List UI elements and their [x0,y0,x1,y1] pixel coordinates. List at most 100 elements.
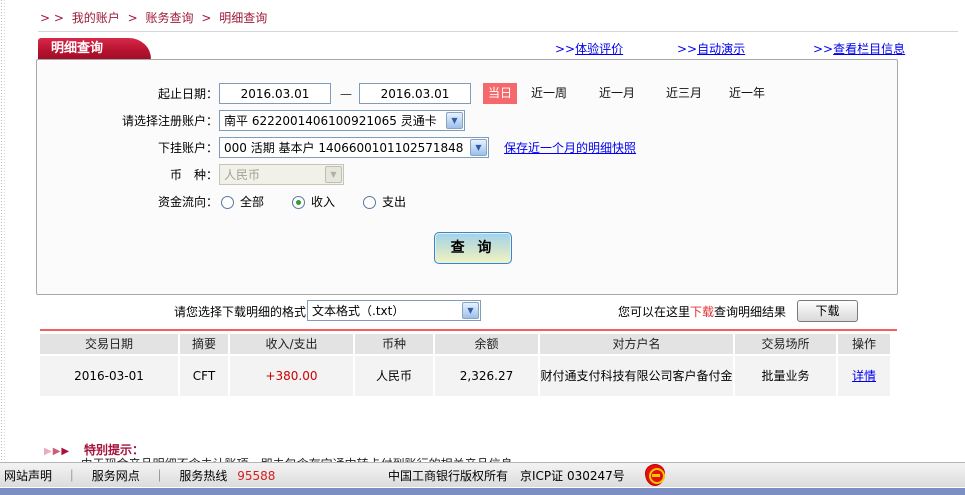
table-top-rule [40,329,897,331]
sub-account-label: 下挂账户： [37,137,218,159]
currency-row: 币 种： 人民币 ▼ [37,164,897,186]
results-table: 交易日期 摘要 收入/支出 币种 余额 对方户名 交易场所 操作 2016-03… [40,334,890,396]
footer-bottom-bar [0,488,965,495]
radio-all[interactable]: 全部 [221,191,264,213]
cell-currency: 人民币 [355,356,433,396]
col-header-date: 交易日期 [40,334,178,354]
download-format-select[interactable]: 文本格式（.txt） ▼ [307,300,481,321]
radio-all-label: 全部 [240,191,264,213]
link-arrow-prefix: >> [677,42,697,56]
footer-copyright: 中国工商银行版权所有 京ICP证 030247号 [388,467,625,484]
radio-expense[interactable]: 支出 [363,191,406,213]
notice-arrow-icon: ▶ [44,446,52,457]
chevron-down-icon[interactable]: ▼ [462,302,479,319]
quick-range-year-button[interactable]: 近一年 [729,83,765,104]
radio-expense-label: 支出 [382,191,406,213]
quick-range-quarter-button[interactable]: 近三月 [666,83,702,104]
page-title-tab: 明细查询 [38,38,151,59]
date-range-label: 起止日期： [37,83,218,105]
download-format-label: 请您选择下载明细的格式 [100,301,306,323]
col-header-amount: 收入/支出 [230,334,353,354]
notice-arrow-icon: ▶ [53,446,61,457]
footer-bar: 网站声明 ｜ 服务网点 ｜ 服务热线 95588 中国工商银行版权所有 京ICP… [0,462,965,487]
download-hint-suffix: 查询明细结果 [714,305,786,319]
detail-link[interactable]: 详情 [852,368,876,384]
link-arrow-prefix: >> [555,42,575,56]
registered-account-label: 请选择注册账户： [37,110,218,132]
quick-range-today-button[interactable]: 当日 [483,83,517,104]
download-hint: 您可以在这里下载查询明细结果 [618,301,786,323]
download-hint-prefix: 您可以在这里 [618,305,690,319]
currency-value: 人民币 [220,164,324,186]
cell-venue: 批量业务 [735,356,836,396]
cell-counterparty: 财付通支付科技有限公司客户备付金 [540,356,733,396]
date-from-input[interactable] [219,83,331,104]
chevron-down-icon[interactable]: ▼ [446,112,463,129]
radio-icon[interactable] [363,196,376,209]
security-emblem-icon [645,464,665,486]
registered-account-row: 请选择注册账户： 南平 6222001406100921065 灵通卡 ▼ [37,110,897,132]
registered-account-select[interactable]: 南平 6222001406100921065 灵通卡 ▼ [219,110,465,131]
date-range-row: 起止日期： — 当日 近一周 近一月 近三月 近一年 [37,83,897,105]
download-format-value: 文本格式（.txt） [308,302,461,319]
cell-summary: CFT [180,356,228,396]
radio-icon[interactable] [221,196,234,209]
sub-account-value: 000 活期 基本户 1406600101102571848 [220,137,469,159]
col-header-venue: 交易场所 [735,334,836,354]
breadcrumb-prefix-icon: > > [40,11,64,25]
cell-amount: +380.00 [230,356,353,396]
link-label: 体验评价 [575,42,623,56]
icbc-detail-query-page: > > 我的账户 > 账务查询 > 明细查询 明细查询 >>体验评价 >>自动演… [0,0,965,495]
link-view-column-info[interactable]: >>查看栏目信息 [813,40,905,57]
link-auto-demo[interactable]: >>自动演示 [677,40,745,57]
footer-hotline-number: 95588 [237,469,275,483]
fund-flow-options: 全部 收入 支出 [221,191,434,213]
breadcrumb-divider [38,31,958,32]
chevron-down-icon[interactable]: ▼ [470,139,487,156]
cell-balance: 2,326.27 [435,356,538,396]
left-perforation-decoration [0,0,7,462]
breadcrumb-item-detail-query[interactable]: 明细查询 [219,11,267,25]
breadcrumb-separator: > [201,11,211,25]
col-header-counterparty: 对方户名 [540,334,733,354]
col-header-summary: 摘要 [180,334,228,354]
quick-range-week-button[interactable]: 近一周 [531,83,567,104]
date-to-input[interactable] [359,83,471,104]
query-form-panel: 起止日期： — 当日 近一周 近一月 近三月 近一年 请选择注册账户： 南平 6… [36,59,898,295]
breadcrumb-item-account-inquiry[interactable]: 账务查询 [146,11,194,25]
notice-arrow-icon: ▶ [61,446,69,457]
footer-separator: ｜ [66,469,78,483]
currency-label: 币 种： [37,164,218,186]
footer-links: 网站声明 ｜ 服务网点 ｜ 服务热线 95588 [4,467,275,484]
fund-flow-label: 资金流向： [37,191,218,213]
link-experience-rating[interactable]: >>体验评价 [555,40,623,57]
breadcrumb-separator: > [128,11,138,25]
radio-income[interactable]: 收入 [292,191,335,213]
save-snapshot-link[interactable]: 保存近一个月的明细快照 [504,137,636,159]
link-arrow-prefix: >> [813,42,833,56]
col-header-action: 操作 [838,334,890,354]
registered-account-value: 南平 6222001406100921065 灵通卡 [220,110,445,132]
footer-link-site-statement[interactable]: 网站声明 [4,469,52,483]
currency-select-disabled: 人民币 ▼ [219,164,344,185]
chevron-down-icon: ▼ [325,166,342,183]
breadcrumb: > > 我的账户 > 账务查询 > 明细查询 [40,9,271,26]
col-header-balance: 余额 [435,334,538,354]
breadcrumb-item-my-account[interactable]: 我的账户 [72,11,120,25]
download-button[interactable]: 下载 [797,300,858,322]
cell-date: 2016-03-01 [40,356,178,396]
radio-income-label: 收入 [311,191,335,213]
footer-separator: ｜ [154,469,166,483]
date-separator: — [340,83,352,105]
radio-checked-icon[interactable] [292,196,305,209]
footer-link-service-outlets[interactable]: 服务网点 [92,469,140,483]
col-header-currency: 币种 [355,334,433,354]
footer-hotline-label: 服务热线 [179,469,227,483]
quick-range-month-button[interactable]: 近一月 [599,83,635,104]
sub-account-select[interactable]: 000 活期 基本户 1406600101102571848 ▼ [219,137,489,158]
query-button[interactable]: 查 询 [434,232,512,264]
download-hint-link[interactable]: 下载 [690,305,714,319]
sub-account-row: 下挂账户： 000 活期 基本户 1406600101102571848 ▼ 保… [37,137,897,159]
fund-flow-row: 资金流向： 全部 收入 支出 [37,191,897,213]
link-label: 查看栏目信息 [833,42,905,56]
